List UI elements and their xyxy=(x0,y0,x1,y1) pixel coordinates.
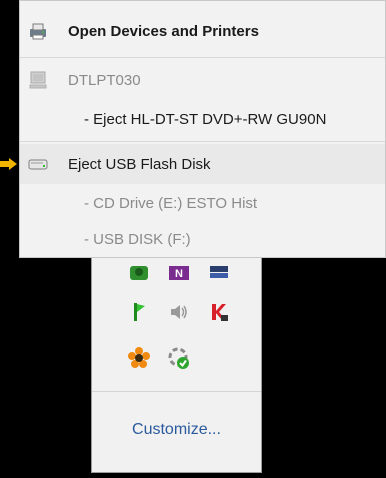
sync-check-icon[interactable] xyxy=(165,344,193,372)
pointer-arrow-icon xyxy=(0,158,17,170)
cd-drive-item: - CD Drive (E:) ESTO Hist xyxy=(20,183,385,223)
open-devices-printers-label: Open Devices and Printers xyxy=(68,22,259,40)
flower-app-icon[interactable] xyxy=(125,344,153,372)
usb-disk-item: - USB DISK (F:) xyxy=(20,219,385,259)
green-flag-app-icon[interactable] xyxy=(125,298,153,326)
eject-dvd-label: - Eject HL-DT-ST DVD+-RW GU90N xyxy=(84,110,327,128)
eject-usb-flash-disk-item[interactable]: Eject USB Flash Disk xyxy=(20,144,385,184)
computer-name-label: DTLPT030 xyxy=(68,71,141,89)
cd-drive-label: - CD Drive (E:) ESTO Hist xyxy=(84,194,258,212)
notification-tray-flyout: N Customize... xyxy=(91,258,262,473)
menu-separator xyxy=(20,57,385,58)
tray-divider xyxy=(92,391,261,392)
eject-usb-flash-disk-label: Eject USB Flash Disk xyxy=(68,155,211,173)
usb-disk-label: - USB DISK (F:) xyxy=(84,230,191,248)
usb-drive-icon xyxy=(27,153,49,175)
computer-header-item: DTLPT030 xyxy=(20,60,385,100)
display-icon[interactable] xyxy=(205,260,233,288)
kaspersky-icon[interactable] xyxy=(205,298,233,326)
onenote-icon[interactable]: N xyxy=(165,260,193,288)
customize-link[interactable]: Customize... xyxy=(92,421,261,439)
menu-separator xyxy=(20,141,385,142)
volume-icon[interactable] xyxy=(165,298,193,326)
computer-icon xyxy=(27,69,49,91)
svg-text:N: N xyxy=(175,268,183,280)
usb-eject-context-menu: Open Devices and Printers DTLPT030 - Eje… xyxy=(19,0,386,258)
devices-printers-icon xyxy=(27,20,49,42)
eject-dvd-item[interactable]: - Eject HL-DT-ST DVD+-RW GU90N xyxy=(20,99,385,139)
green-app-icon[interactable] xyxy=(125,260,153,288)
open-devices-printers-item[interactable]: Open Devices and Printers xyxy=(20,11,385,51)
